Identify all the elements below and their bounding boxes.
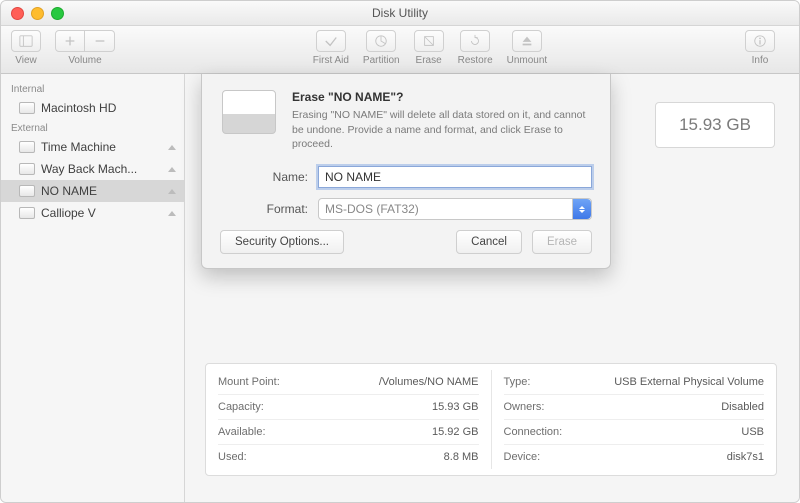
erase-toolbar-label: Erase: [416, 55, 442, 66]
format-selected-value: MS-DOS (FAT32): [325, 202, 419, 216]
sidebar-item-label: NO NAME: [41, 184, 162, 198]
eject-icon: [520, 34, 534, 48]
sidebar-item-label: Way Back Mach...: [41, 162, 162, 176]
restore-label: Restore: [458, 55, 493, 66]
detail-key: Owners:: [504, 401, 545, 413]
erase-toolbar-button[interactable]: [414, 30, 444, 52]
sidebar-item-label: Calliope V: [41, 206, 162, 220]
detail-value: Disabled: [721, 401, 764, 413]
sidebar-section-external: External: [1, 119, 184, 136]
format-select[interactable]: MS-DOS (FAT32): [318, 198, 592, 220]
security-options-button[interactable]: Security Options...: [220, 230, 344, 254]
info-button[interactable]: [745, 30, 775, 52]
disk-utility-window: Disk Utility View Volume: [0, 0, 800, 503]
volume-size-value: 15.93 GB: [679, 115, 751, 135]
unmount-label: Unmount: [507, 55, 548, 66]
first-aid-icon: [324, 34, 338, 48]
volume-add-button[interactable]: [55, 30, 85, 52]
detail-key: Mount Point:: [218, 376, 280, 388]
sidebar-icon: [19, 34, 33, 48]
sidebar-section-internal: Internal: [1, 80, 184, 97]
volume-size-box: 15.93 GB: [655, 102, 775, 148]
sidebar: Internal Macintosh HD External Time Mach…: [1, 74, 185, 502]
name-field[interactable]: [318, 166, 592, 188]
disk-icon: [19, 141, 35, 153]
erase-sheet: Erase "NO NAME"? Erasing "NO NAME" will …: [201, 74, 611, 269]
detail-key: Used:: [218, 451, 247, 463]
detail-value: 8.8 MB: [444, 451, 479, 463]
volume-remove-button[interactable]: [85, 30, 115, 52]
restore-button[interactable]: [460, 30, 490, 52]
restore-icon: [468, 34, 482, 48]
detail-value: USB External Physical Volume: [614, 376, 764, 388]
sidebar-item-label: Macintosh HD: [41, 101, 176, 115]
detail-value: disk7s1: [727, 451, 764, 463]
sheet-description: Erasing "NO NAME" will delete all data s…: [292, 108, 592, 152]
view-label: View: [15, 55, 37, 66]
detail-key: Connection:: [504, 426, 563, 438]
volume-label: Volume: [68, 55, 101, 66]
sidebar-item-way-back-machine[interactable]: Way Back Mach...: [1, 158, 184, 180]
detail-value: /Volumes/NO NAME: [379, 376, 479, 388]
detail-key: Capacity:: [218, 401, 264, 413]
erase-button[interactable]: Erase: [532, 230, 592, 254]
sheet-title: Erase "NO NAME"?: [292, 90, 592, 104]
view-button[interactable]: [11, 30, 41, 52]
eject-icon[interactable]: [168, 211, 176, 216]
sidebar-item-label: Time Machine: [41, 140, 162, 154]
partition-icon: [374, 34, 388, 48]
eject-icon[interactable]: [168, 189, 176, 194]
chevron-up-down-icon: [572, 199, 591, 219]
name-label: Name:: [220, 170, 318, 184]
info-label: Info: [752, 55, 769, 66]
eject-icon[interactable]: [168, 145, 176, 150]
cancel-button[interactable]: Cancel: [456, 230, 522, 254]
eject-icon[interactable]: [168, 167, 176, 172]
sidebar-item-no-name[interactable]: NO NAME: [1, 180, 184, 202]
toolbar: View Volume First Aid Parti: [1, 26, 799, 74]
detail-key: Device:: [504, 451, 541, 463]
sidebar-item-time-machine[interactable]: Time Machine: [1, 136, 184, 158]
sidebar-item-calliope-v[interactable]: Calliope V: [1, 202, 184, 224]
disk-large-icon: [220, 90, 278, 152]
volume-details: Mount Point: /Volumes/NO NAME Capacity: 15…: [205, 363, 777, 476]
unmount-button[interactable]: [512, 30, 542, 52]
format-label: Format:: [220, 202, 318, 216]
erase-icon: [422, 34, 436, 48]
disk-icon: [19, 207, 35, 219]
minus-icon: [93, 34, 107, 48]
first-aid-label: First Aid: [313, 55, 349, 66]
disk-icon: [19, 102, 35, 114]
detail-key: Type:: [504, 376, 531, 388]
first-aid-button[interactable]: [316, 30, 346, 52]
titlebar: Disk Utility: [1, 1, 799, 26]
detail-key: Available:: [218, 426, 266, 438]
plus-icon: [63, 34, 77, 48]
partition-button[interactable]: [366, 30, 396, 52]
detail-value: 15.92 GB: [432, 426, 478, 438]
disk-icon: [19, 185, 35, 197]
info-icon: [753, 34, 767, 48]
detail-value: USB: [741, 426, 764, 438]
partition-label: Partition: [363, 55, 400, 66]
disk-icon: [19, 163, 35, 175]
sidebar-item-macintosh-hd[interactable]: Macintosh HD: [1, 97, 184, 119]
window-title: Disk Utility: [1, 6, 799, 20]
detail-value: 15.93 GB: [432, 401, 478, 413]
